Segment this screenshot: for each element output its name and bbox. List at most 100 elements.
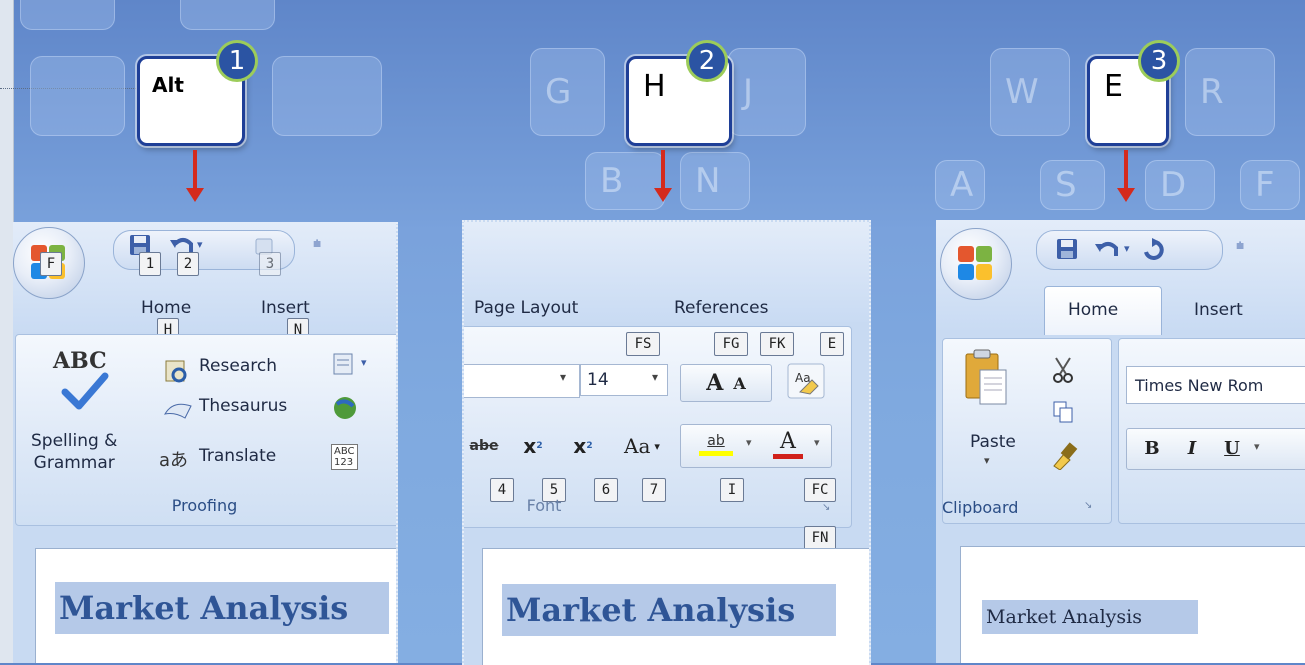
keyboard-key-w: W [990, 48, 1070, 136]
clipboard-group-label: Clipboard [942, 498, 1019, 517]
font-group-label: Font [526, 496, 562, 515]
redo-icon[interactable] [1142, 238, 1166, 260]
thesaurus-button[interactable]: Thesaurus [199, 396, 287, 416]
font-color-dropdown-icon[interactable]: ▾ [814, 436, 820, 449]
keyboard-key-f: F [1240, 160, 1300, 210]
keyboard-key-g: G [530, 48, 605, 136]
proofing-group-label: Proofing [171, 496, 238, 515]
document-edge [0, 0, 14, 663]
step-3-badge: 3 [1138, 40, 1180, 82]
keytip-superscript: 6 [594, 478, 618, 502]
keytip-font-size: FS [626, 332, 660, 356]
research-button[interactable]: Research [199, 356, 277, 376]
keytip-undo: 2 [177, 252, 199, 276]
format-painter-icon[interactable] [1050, 442, 1078, 470]
font-size-dropdown-icon[interactable]: ▾ [652, 370, 658, 384]
font-dialog-launcher-icon[interactable]: ↘ [822, 502, 830, 513]
tab-page-layout[interactable]: Page Layout [474, 298, 578, 318]
undo-dropdown-icon[interactable]: ▾ [1124, 242, 1130, 255]
text-highlight-button[interactable]: ab [686, 426, 746, 462]
paste-button[interactable]: Paste [970, 432, 1016, 452]
shrink-font-icon[interactable]: A [733, 374, 745, 393]
thesaurus-icon [164, 403, 192, 419]
clear-formatting-icon[interactable]: Aa [786, 362, 826, 400]
font-color-swatch [773, 454, 803, 459]
office-button[interactable] [940, 228, 1012, 300]
highlight-dropdown-icon[interactable]: ▾ [746, 436, 752, 449]
down-arrow-icon [193, 150, 197, 188]
spelling-check-icon [61, 372, 109, 410]
translate-icon: aあ [159, 450, 189, 471]
spelling-grammar-button[interactable]: Spelling & Grammar [31, 430, 117, 474]
keyboard-key-a: A [935, 160, 985, 210]
keyboard-key [20, 0, 115, 30]
document-title[interactable]: Market Analysis [55, 582, 389, 634]
keytip-font-color: FC [804, 478, 836, 502]
keyboard-key-j: J [728, 48, 806, 136]
underline-dropdown-icon[interactable]: ▾ [1254, 440, 1260, 453]
save-icon[interactable] [1056, 238, 1078, 260]
keyboard-key-d: D [1145, 160, 1215, 210]
panel-alt-keytips: F ▾ ⩧ 1 2 3 Home Insert H N ABC Spelling… [13, 222, 398, 663]
keyboard-key [272, 56, 382, 136]
strikethrough-button[interactable]: abe [464, 428, 508, 464]
word-count-icon[interactable]: ABC 123 [331, 444, 358, 470]
office-logo-icon [958, 246, 994, 282]
tab-insert[interactable]: Insert [1194, 300, 1243, 320]
set-language-dropdown-icon[interactable]: ▾ [361, 356, 367, 369]
keytip-redo: 3 [259, 252, 281, 276]
font-name-dropdown-icon[interactable]: ▾ [560, 370, 566, 384]
bold-button[interactable]: B [1134, 432, 1170, 464]
panel-home-tab: ▾ ⩧ Home Insert Paste ▾ Clipboard ↘ Time… [936, 220, 1305, 663]
svg-text:Aa: Aa [795, 371, 811, 385]
step-2-badge: 2 [686, 40, 728, 82]
tab-home[interactable]: Home [1068, 300, 1118, 320]
customize-qat-icon[interactable]: ⩧ [1236, 238, 1244, 254]
tab-references[interactable]: References [674, 298, 768, 318]
subscript-button[interactable]: x2 [512, 428, 554, 464]
clipboard-dialog-launcher-icon[interactable]: ↘ [1084, 500, 1092, 511]
panel-home-keytips: Page Layout References FS FG FK E ▾ 14 ▾… [462, 220, 871, 665]
underline-button[interactable]: U [1214, 432, 1250, 464]
keyboard-key-b: B [585, 152, 665, 210]
down-arrow-head-icon [186, 188, 204, 202]
keyboard-key [30, 56, 125, 136]
keytip-font-dialog: FN [804, 526, 836, 550]
customize-qat-icon[interactable]: ⩧ [313, 236, 321, 252]
down-arrow-head-icon [654, 188, 672, 202]
tab-home[interactable]: Home [141, 298, 191, 318]
keytip-change-case: 7 [642, 478, 666, 502]
copy-icon[interactable] [1052, 400, 1076, 424]
keytip-grow-font: FG [714, 332, 748, 356]
grow-shrink-group: A A [680, 364, 772, 402]
grow-font-icon[interactable]: A [706, 370, 723, 396]
document-title[interactable]: Market Analysis [982, 600, 1198, 634]
cut-icon[interactable] [1052, 356, 1076, 386]
research-icon [165, 360, 187, 383]
italic-button[interactable]: I [1174, 432, 1210, 464]
keyboard-key-r: R [1185, 48, 1275, 136]
translate-button[interactable]: Translate [199, 446, 276, 466]
font-color-button[interactable]: A [766, 426, 810, 462]
keytip-save: 1 [139, 252, 161, 276]
change-case-button[interactable]: Aa ▾ [612, 428, 672, 464]
paste-icon[interactable] [964, 348, 1008, 408]
undo-dropdown-icon[interactable]: ▾ [197, 238, 203, 251]
keytip-office: F [40, 252, 62, 276]
keyboard-key-n: N [680, 152, 750, 210]
down-arrow-icon [661, 150, 665, 188]
font-name-combo[interactable]: Times New Rom [1126, 366, 1305, 404]
superscript-button[interactable]: x2 [560, 428, 606, 464]
keyboard-key [180, 0, 275, 30]
down-arrow-icon [1124, 150, 1128, 188]
undo-icon[interactable] [1094, 238, 1118, 260]
paste-dropdown-icon[interactable]: ▾ [984, 454, 990, 467]
language-globe-icon[interactable] [331, 394, 361, 422]
tab-insert[interactable]: Insert [261, 298, 310, 318]
office-button[interactable]: F [13, 227, 85, 299]
document-title[interactable]: Market Analysis [502, 584, 836, 636]
keytip-highlight: I [720, 478, 744, 502]
set-language-icon[interactable] [331, 350, 361, 378]
keytip-clear-formatting: E [820, 332, 844, 356]
keytip-shrink-font: FK [760, 332, 794, 356]
